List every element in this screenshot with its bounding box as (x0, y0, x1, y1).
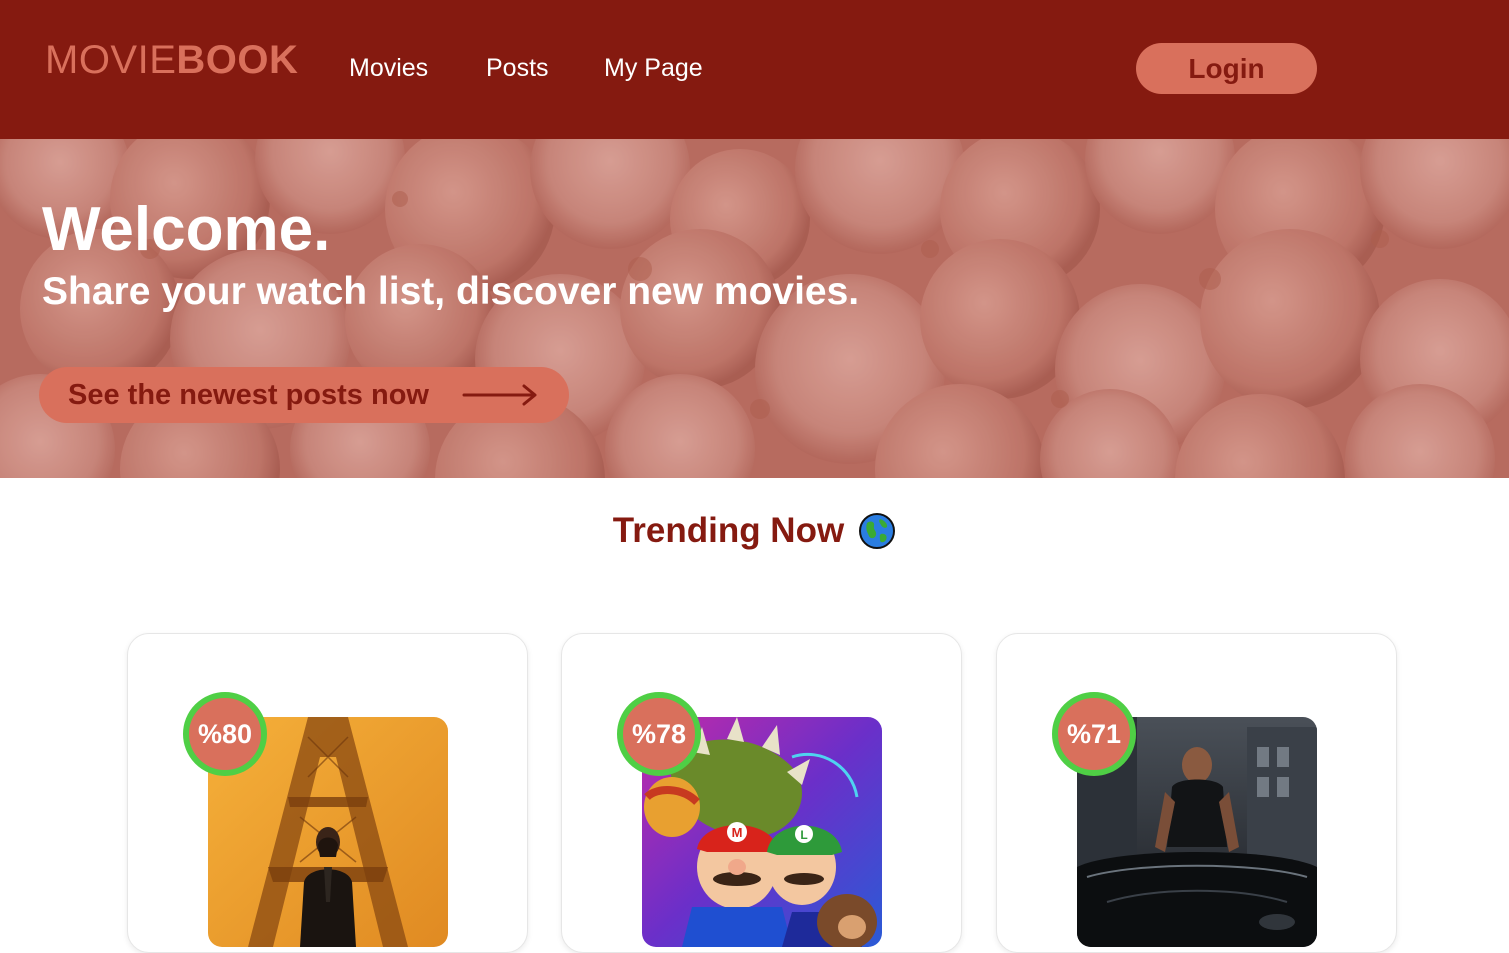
logo-bold-text: BOOK (176, 38, 299, 82)
nav-link-posts[interactable]: Posts (486, 52, 549, 84)
hero-subtitle: Share your watch list, discover new movi… (42, 270, 860, 313)
trending-title: Trending Now (612, 511, 845, 550)
hero-banner: Welcome. Share your watch list, discover… (0, 139, 1509, 478)
score-badge: %78 (617, 692, 701, 776)
movie-card[interactable]: %80 (127, 633, 528, 953)
svg-text:L: L (800, 828, 807, 842)
movie-card[interactable]: %78 M L (561, 633, 962, 953)
top-navbar: MOVIEBOOK Movies Posts My Page Login (0, 0, 1509, 139)
see-newest-posts-button[interactable]: See the newest posts now (39, 367, 569, 423)
globe-icon (859, 513, 896, 549)
login-button[interactable]: Login (1136, 43, 1317, 94)
score-badge: %80 (183, 692, 267, 776)
movie-card[interactable]: %71 (996, 633, 1397, 953)
nav-link-movies[interactable]: Movies (349, 52, 428, 84)
logo-light-text: MOVIE (45, 38, 177, 82)
arrow-right-icon (462, 384, 537, 406)
hero-title: Welcome. (42, 195, 331, 264)
trending-section-header: Trending Now (0, 508, 1509, 554)
see-newest-posts-label: See the newest posts now (68, 379, 429, 411)
brand-logo[interactable]: MOVIEBOOK (45, 37, 298, 83)
svg-text:M: M (732, 825, 743, 840)
score-badge: %71 (1052, 692, 1136, 776)
nav-link-my-page[interactable]: My Page (604, 52, 703, 84)
